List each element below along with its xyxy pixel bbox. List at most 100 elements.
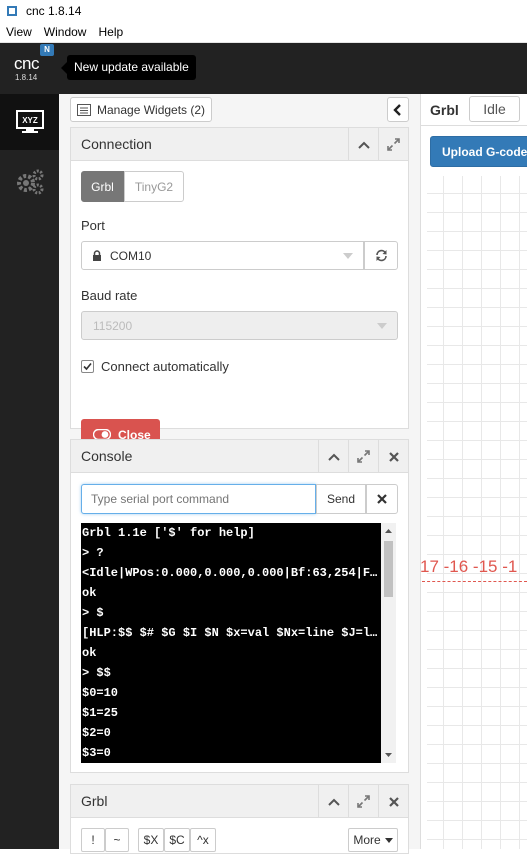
list-icon: [77, 103, 91, 116]
chevron-up-icon: [327, 453, 340, 461]
close-icon: [388, 796, 399, 807]
remove-widget-button[interactable]: [378, 785, 408, 818]
feedhold-button[interactable]: !: [81, 828, 105, 852]
logo-version: 1.8.14: [15, 73, 38, 82]
visualizer-grid[interactable]: [427, 176, 527, 849]
ruler-label: 17 -16 -15 -1: [420, 557, 518, 576]
xyz-icon: XYZ: [15, 110, 44, 133]
expand-icon: [357, 450, 370, 463]
controller-type-label: Grbl: [430, 102, 459, 118]
caret-down-icon: [377, 323, 387, 329]
cycle-start-button[interactable]: ~: [105, 828, 129, 852]
console-line: Grbl 1.1e ['$' for help]: [82, 526, 255, 540]
upload-gcode-button[interactable]: Upload G-code: [430, 136, 527, 167]
machine-state-badge: Idle: [469, 96, 520, 122]
console-line: > $: [82, 606, 104, 620]
scroll-down-icon: [385, 753, 392, 757]
fullscreen-widget-button[interactable]: [378, 128, 408, 161]
menu-view[interactable]: View: [0, 25, 38, 39]
visualizer-toolbar: Grbl Idle: [421, 94, 527, 126]
more-label: More: [353, 833, 381, 847]
reset-button[interactable]: ^x: [190, 828, 216, 852]
check-icon: [83, 362, 92, 371]
console-output[interactable]: Grbl 1.1e ['$' for help] > ? <Idle|WPos:…: [81, 523, 396, 763]
grbl-widget: Grbl ! ~ $X $C ^x More: [70, 784, 409, 854]
connection-title: Connection: [81, 136, 152, 152]
unlock-button[interactable]: $X: [138, 828, 164, 852]
baud-rate-value: 115200: [93, 318, 133, 333]
refresh-ports-button[interactable]: [364, 241, 398, 270]
window-title: cnc 1.8.14: [26, 4, 82, 18]
update-tooltip: New update available: [61, 55, 196, 80]
console-command-input[interactable]: [81, 484, 316, 514]
caret-down-icon: [384, 837, 393, 843]
top-navbar: cnc 1.8.14 N New update available: [0, 43, 527, 94]
port-value: COM10: [110, 248, 152, 263]
collapse-widget-button[interactable]: [318, 785, 348, 818]
sidebar: XYZ: [0, 94, 59, 849]
console-line: ok: [82, 646, 97, 660]
check-mode-button[interactable]: $C: [164, 828, 190, 852]
menu-help[interactable]: Help: [92, 25, 129, 39]
expand-icon: [357, 795, 370, 808]
connection-widget: Connection Grbl TinyG2 Port COM10 Baud r…: [70, 127, 409, 450]
app-icon: [6, 5, 18, 17]
collapse-widget-button[interactable]: [318, 440, 348, 473]
baud-rate-select[interactable]: 115200: [81, 311, 398, 340]
console-line: $0=10: [82, 686, 119, 700]
console-scrollbar[interactable]: [381, 523, 396, 763]
console-widget: Console Send Grbl 1.1e ['$' for help] > …: [70, 439, 409, 773]
window-titlebar: cnc 1.8.14: [0, 0, 527, 22]
close-icon: [377, 494, 387, 504]
chevron-up-icon: [327, 798, 340, 806]
gears-icon: [16, 169, 43, 195]
chevron-up-icon: [357, 141, 370, 149]
console-line: [HLP:$$ $# $G $I $N $x=val $Nx=line $J=l…: [82, 626, 381, 640]
console-header: Console: [71, 440, 408, 473]
sidebar-item-settings[interactable]: [0, 154, 59, 210]
menu-bar: View Window Help: [0, 22, 527, 43]
collapse-panel-button[interactable]: [387, 97, 409, 122]
expand-icon: [387, 138, 400, 151]
svg-text:XYZ: XYZ: [22, 116, 38, 125]
logo-name: cnc: [14, 54, 39, 73]
caret-down-icon: [343, 253, 353, 259]
fullscreen-widget-button[interactable]: [348, 440, 378, 473]
connection-header: Connection: [71, 128, 408, 161]
manage-widgets-label: Manage Widgets (2): [97, 102, 206, 117]
console-line: $3=0: [82, 746, 111, 760]
scroll-up-icon: [385, 529, 392, 533]
sidebar-item-workspace[interactable]: XYZ: [0, 94, 59, 150]
remove-widget-button[interactable]: [378, 440, 408, 473]
collapse-widget-button[interactable]: [348, 128, 378, 161]
update-badge: N: [40, 44, 54, 56]
app-logo[interactable]: cnc 1.8.14 N: [0, 43, 59, 94]
close-icon: [388, 451, 399, 462]
ruler-axis-line: [422, 581, 527, 582]
console-line: $1=25: [82, 706, 119, 720]
send-button[interactable]: Send: [316, 484, 366, 514]
auto-connect-row: Connect automatically: [81, 359, 229, 374]
console-line: > $$: [82, 666, 111, 680]
grbl-header: Grbl: [71, 785, 408, 818]
chevron-left-icon: [393, 103, 401, 116]
controller-tinyg2-button[interactable]: TinyG2: [124, 171, 184, 202]
lock-icon: [93, 249, 101, 261]
controller-grbl-button[interactable]: Grbl: [81, 171, 124, 202]
console-line: $2=0: [82, 726, 111, 740]
fullscreen-widget-button[interactable]: [348, 785, 378, 818]
port-label: Port: [81, 218, 105, 233]
clear-console-button[interactable]: [366, 484, 398, 514]
console-title: Console: [81, 448, 133, 464]
manage-widgets-button[interactable]: Manage Widgets (2): [70, 97, 213, 122]
refresh-icon: [375, 249, 387, 262]
scrollbar-thumb[interactable]: [384, 541, 393, 597]
console-line: ok: [82, 586, 97, 600]
more-dropdown-button[interactable]: More: [348, 828, 398, 852]
baud-rate-label: Baud rate: [81, 288, 138, 303]
menu-window[interactable]: Window: [38, 25, 93, 39]
auto-connect-checkbox[interactable]: [81, 360, 94, 373]
port-select[interactable]: COM10: [81, 241, 364, 270]
console-line: <Idle|WPos:0.000,0.000,0.000|Bf:63,254|F…: [82, 566, 381, 580]
auto-connect-label: Connect automatically: [101, 359, 229, 374]
